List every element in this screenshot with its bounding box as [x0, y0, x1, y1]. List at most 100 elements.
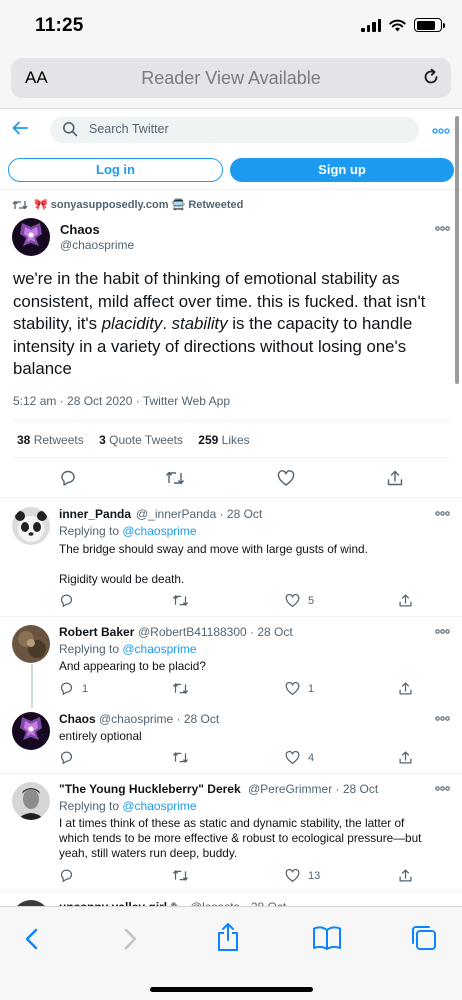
reply-author-handle[interactable]: @PereGrimmer · 28 Oct — [248, 782, 378, 796]
tweet-author-name[interactable]: Chaos — [60, 222, 100, 237]
replying-to: Replying to @chaosprime — [59, 524, 197, 538]
share-icon[interactable] — [398, 750, 413, 765]
share-icon[interactable] — [215, 921, 241, 953]
tweet-text-emphasis: placidity — [101, 314, 163, 334]
tweet-more-icon[interactable] — [435, 226, 450, 231]
retweet-icon — [172, 752, 189, 763]
quote-tweets-stat[interactable]: 3 Quote Tweets — [99, 433, 183, 447]
retweet-icon[interactable] — [165, 469, 185, 487]
avatar[interactable] — [12, 507, 50, 545]
more-options-icon[interactable] — [432, 128, 450, 134]
reply-author-name[interactable]: Robert Baker — [59, 625, 134, 639]
retweet-icon — [12, 200, 28, 209]
divider — [0, 497, 462, 498]
like-icon — [285, 750, 300, 764]
divider — [0, 616, 462, 617]
reply-author-handle[interactable]: @RobertB41188300 · 28 Oct — [138, 625, 293, 639]
address-bar[interactable]: AA Reader View Available — [11, 58, 451, 98]
reply-button[interactable]: 1 — [59, 681, 88, 696]
share-icon[interactable] — [398, 681, 413, 696]
like-icon — [285, 593, 300, 607]
share-icon[interactable] — [386, 469, 404, 487]
reply-button[interactable] — [59, 593, 82, 608]
share-icon[interactable] — [398, 593, 413, 608]
reply-author-name[interactable]: inner_Panda — [59, 507, 131, 521]
login-button[interactable]: Log in — [8, 158, 223, 182]
reply-action-bar: 5 — [0, 593, 462, 613]
reply-text: The bridge should sway and move with lar… — [59, 542, 368, 586]
avatar[interactable] — [12, 712, 50, 750]
reply-icon — [60, 751, 73, 764]
retweet-context-text[interactable]: 🎀 sonyasupposedly.com 🚍 Retweeted — [34, 198, 243, 211]
replying-to: Replying to @chaosprime — [59, 642, 197, 656]
reply-icon — [60, 594, 73, 607]
reply-action-bar: 1 1 — [0, 681, 462, 701]
reply-more-icon[interactable] — [435, 786, 450, 791]
reply-icon — [60, 869, 73, 882]
reply-author-handle[interactable]: @chaosprime · 28 Oct — [99, 712, 219, 726]
clock: 11:25 — [35, 15, 84, 36]
replying-to-link[interactable]: @chaosprime — [122, 799, 196, 813]
reply-action-bar: 13 — [0, 868, 462, 888]
reply-text: entirely optional — [59, 729, 142, 743]
tweet-text-emphasis: stability — [171, 314, 228, 334]
reload-icon[interactable] — [421, 67, 441, 87]
tweet-stats: 38 Retweets 3 Quote Tweets 259 Likes — [17, 433, 262, 447]
address-text[interactable]: Reader View Available — [11, 68, 451, 89]
avatar[interactable] — [12, 218, 50, 256]
reply-author-name[interactable]: "The Young Huckleberry" Derek — [59, 782, 241, 796]
likes-stat[interactable]: 259 Likes — [198, 433, 249, 447]
retweet-icon — [172, 683, 189, 694]
tabs-icon[interactable] — [410, 924, 438, 952]
share-icon[interactable] — [398, 868, 413, 883]
twitter-header: Search Twitter — [0, 108, 462, 153]
like-button[interactable]: 5 — [285, 593, 314, 608]
tweet-author-handle[interactable]: @chaosprime — [60, 238, 134, 252]
scrollbar[interactable] — [455, 116, 459, 384]
bookmarks-icon[interactable] — [312, 925, 342, 951]
reply-button[interactable] — [59, 868, 82, 883]
like-icon[interactable] — [277, 469, 295, 487]
like-button[interactable]: 13 — [285, 868, 320, 883]
reply-text: I at times think of these as static and … — [59, 816, 422, 860]
tweet-action-bar — [0, 469, 462, 489]
tweet-text: we're in the habit of thinking of emotio… — [13, 268, 453, 381]
wifi-icon — [389, 19, 406, 31]
retweet-button[interactable] — [172, 593, 197, 608]
reply-more-icon[interactable] — [435, 716, 450, 721]
forward-icon[interactable] — [121, 927, 139, 951]
search-icon — [63, 122, 78, 137]
signup-button[interactable]: Sign up — [230, 158, 454, 182]
reply-author-name[interactable]: Chaos — [59, 712, 96, 726]
tweet-timestamp[interactable]: 5:12 am · 28 Oct 2020 · Twitter Web App — [13, 394, 230, 408]
replying-to-link[interactable]: @chaosprime — [122, 524, 196, 538]
divider — [12, 420, 450, 421]
battery-icon — [414, 18, 445, 32]
back-icon[interactable] — [23, 927, 41, 951]
retweet-icon — [172, 595, 189, 606]
like-button[interactable]: 4 — [285, 750, 314, 765]
reply-icon[interactable] — [59, 469, 77, 487]
retweet-button[interactable] — [172, 750, 197, 765]
divider — [12, 457, 450, 458]
retweet-button[interactable] — [172, 681, 197, 696]
like-button[interactable]: 1 — [285, 681, 314, 696]
retweet-context: 🎀 sonyasupposedly.com 🚍 Retweeted — [12, 198, 243, 211]
avatar[interactable] — [12, 782, 50, 820]
home-indicator[interactable] — [150, 987, 313, 992]
retweet-button[interactable] — [172, 868, 197, 883]
retweets-stat[interactable]: 38 Retweets — [17, 433, 84, 447]
back-arrow-icon[interactable] — [11, 119, 29, 137]
safari-toolbar — [0, 906, 462, 1000]
safari-top-bar: AA Reader View Available — [0, 56, 462, 108]
reply-more-icon[interactable] — [435, 511, 450, 516]
reply-author-handle[interactable]: @_innerPanda · 28 Oct — [136, 507, 262, 521]
reply-more-icon[interactable] — [435, 629, 450, 634]
search-input[interactable]: Search Twitter — [50, 117, 419, 143]
reply-action-bar: 4 — [0, 750, 462, 770]
replying-to-link[interactable]: @chaosprime — [122, 642, 196, 656]
tweet-text-part: . — [162, 314, 172, 334]
avatar[interactable] — [12, 625, 50, 663]
reply-button[interactable] — [59, 750, 82, 765]
reply-text: And appearing to be placid? — [59, 659, 206, 673]
